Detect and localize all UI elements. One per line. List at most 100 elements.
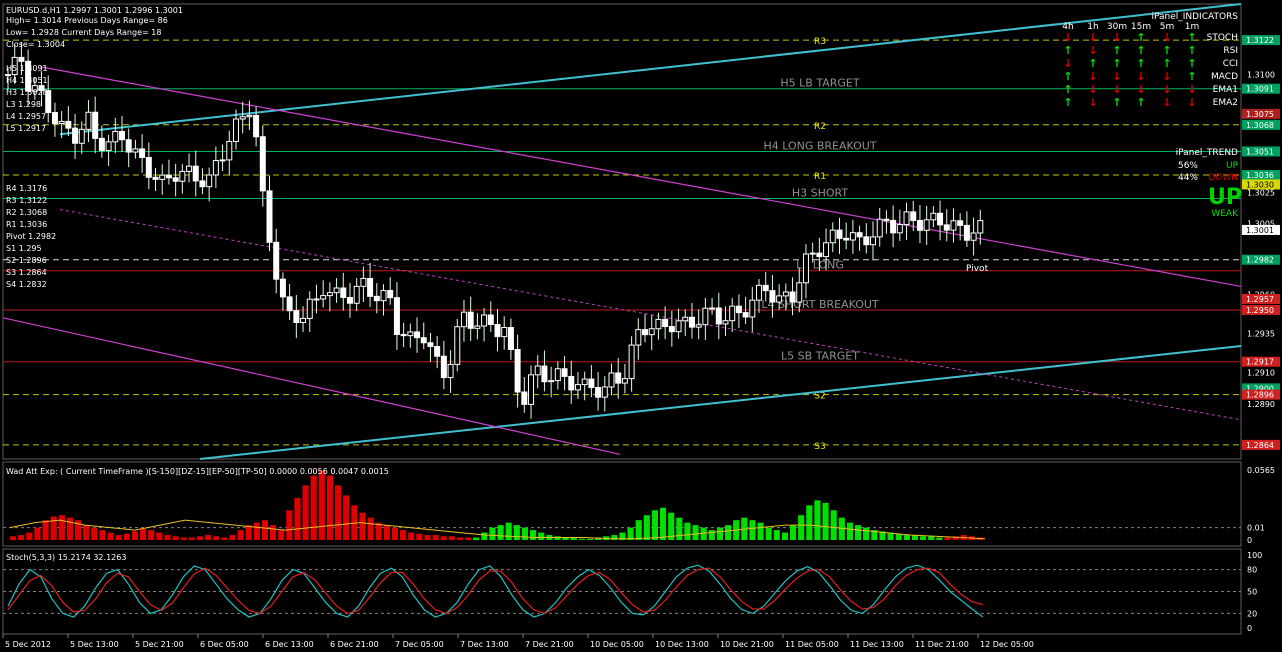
candle-up	[246, 114, 253, 118]
price-tag-label: 1.2950	[1246, 306, 1274, 315]
arrow-up-icon: ↑	[1112, 96, 1121, 109]
time-tick: 6 Dec 21:00	[330, 640, 379, 649]
left-level-label: H5 1.3091	[6, 64, 48, 73]
candle-up	[206, 174, 213, 188]
wad-bar	[708, 530, 715, 540]
wad-bar	[692, 525, 699, 540]
trading-chart[interactable]: H5 LB TARGET R2 H4 LONG BREAKOUT R1 H3 SHORT…	[0, 0, 1282, 652]
wad-bar	[790, 525, 797, 540]
candle-down	[742, 312, 749, 318]
candle-up	[709, 307, 716, 310]
candle-up	[581, 378, 588, 386]
candle-down	[514, 349, 521, 393]
wad-bar	[188, 537, 195, 540]
arrow-up-icon: ↑	[1112, 57, 1121, 70]
wad-bar	[627, 527, 634, 540]
candle-up	[970, 232, 977, 241]
arrow-down-icon: ↓	[1088, 96, 1097, 109]
candle-up	[454, 326, 461, 365]
indicator-name: RSI	[1223, 46, 1238, 56]
left-level-label: S1 1.295	[6, 244, 42, 253]
level-label: H4 LONG BREAKOUT	[763, 139, 876, 152]
arrow-up-icon: ↑	[1162, 57, 1171, 70]
candle-down	[125, 139, 132, 153]
candle-up	[360, 277, 367, 287]
time-tick: 11 Dec 05:00	[785, 640, 839, 649]
wad-bar	[286, 510, 293, 540]
time-tick: 5 Dec 2012	[5, 640, 51, 649]
wad-bar	[725, 525, 732, 540]
wad-bar	[245, 525, 252, 540]
wad-bar	[814, 500, 821, 540]
price-tag-label: 1.3051	[1246, 147, 1274, 156]
wad-bar	[50, 516, 57, 540]
wad-bar	[773, 530, 780, 540]
wad-bar	[343, 495, 350, 540]
trend-up-label: UP	[1226, 161, 1239, 171]
wad-bar	[928, 536, 935, 540]
wad-bar	[554, 536, 561, 540]
wad-bar	[440, 536, 447, 540]
arrow-down-icon: ↓	[1187, 96, 1196, 109]
trend-down-label: DOWN	[1208, 173, 1238, 183]
candle-up	[655, 318, 662, 330]
price-tag-label: 1.3122	[1246, 36, 1274, 45]
arrow-down-icon: ↓	[1187, 83, 1196, 96]
wad-bar	[221, 537, 228, 540]
candle-down	[172, 177, 179, 182]
candle-up	[608, 372, 615, 388]
arrow-down-icon: ↓	[1112, 31, 1121, 44]
arrow-down-icon: ↓	[1136, 70, 1145, 83]
left-level-label: S4 1.2832	[6, 280, 47, 289]
wad-bar	[99, 530, 106, 540]
candle-down	[92, 111, 99, 139]
wad-tick: 0.0565	[1247, 466, 1275, 475]
wad-bar	[270, 525, 277, 540]
pivot-label: Pivot	[966, 264, 989, 274]
wad-bar	[400, 530, 407, 540]
candle-up	[749, 299, 756, 318]
wad-bar	[359, 512, 366, 540]
wad-bar	[822, 502, 829, 540]
wad-bar	[521, 527, 528, 540]
indicator-panel-title: iPanel_INDICATORS	[1151, 12, 1238, 22]
candle-down	[963, 224, 970, 241]
arrow-down-icon: ↓	[1162, 96, 1171, 109]
wad-bar	[302, 485, 309, 540]
left-level-label: R4 1.3176	[6, 184, 47, 193]
wad-bar	[26, 532, 33, 540]
wad-title: Wad Att Exp: ( Current TimeFrame )[S-150…	[6, 467, 389, 476]
time-tick: 10 Dec 21:00	[720, 640, 774, 649]
candle-up	[159, 174, 166, 180]
candle-down	[561, 368, 568, 377]
info-line-1: High= 1.3014 Previous Days Range= 86	[6, 16, 168, 25]
candle-down	[427, 342, 434, 348]
price-tag-label: 1.3001	[1246, 226, 1274, 235]
candle-up	[353, 285, 360, 304]
candle-down	[98, 137, 105, 151]
candle-up	[78, 128, 85, 144]
candle-down	[72, 127, 79, 144]
info-line-2: Low= 1.2928 Current Days Range= 18	[6, 28, 161, 37]
arrow-up-icon: ↑	[1136, 31, 1145, 44]
candle-up	[333, 287, 340, 294]
wad-bar	[335, 485, 342, 540]
price-tag-label: 1.3036	[1246, 171, 1274, 180]
candle-down	[688, 316, 695, 328]
candle-up	[823, 242, 830, 258]
candle-up	[977, 220, 984, 234]
candle-down	[762, 284, 769, 292]
price-tag-label: 1.3030	[1246, 180, 1274, 189]
price-tag-label: 1.2917	[1246, 358, 1274, 367]
price-tick: 1.3025	[1247, 188, 1275, 197]
wad-bar	[237, 530, 244, 540]
candle-down	[957, 220, 964, 226]
price-tick: 1.3100	[1247, 71, 1275, 80]
candle-down	[789, 291, 796, 303]
candle-up	[501, 326, 508, 338]
candle-up	[695, 324, 702, 328]
price-tag-label: 1.2982	[1246, 256, 1274, 265]
wad-bar	[107, 532, 114, 540]
stoch-tick: 50	[1247, 588, 1257, 597]
candle-up	[648, 328, 655, 336]
